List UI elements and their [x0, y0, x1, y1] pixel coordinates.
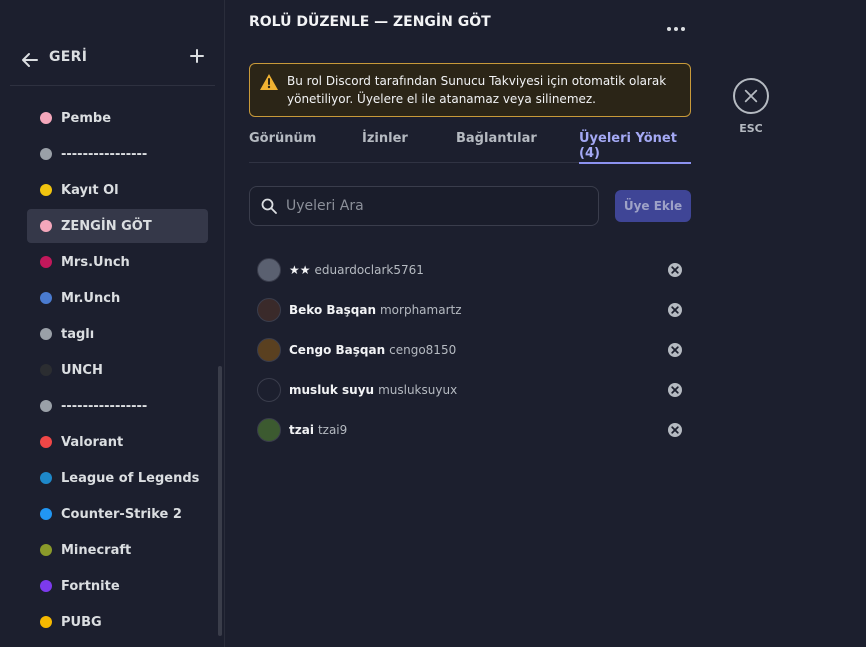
- role-item[interactable]: ----------------: [27, 389, 208, 423]
- close-icon[interactable]: [733, 78, 769, 114]
- role-color-dot: [40, 580, 52, 592]
- role-item[interactable]: League of Legends: [27, 461, 208, 495]
- role-item[interactable]: Pembe: [27, 101, 208, 135]
- tab-manage-members[interactable]: Üyeleri Yönet (4): [579, 131, 691, 164]
- role-color-dot: [40, 616, 52, 628]
- member-display-name: ★★: [289, 263, 311, 277]
- member-search: [249, 186, 599, 226]
- tab-bar: Görünüm İzinler Bağlantılar Üyeleri Yöne…: [249, 131, 691, 164]
- role-name: PUBG: [61, 614, 102, 630]
- role-item[interactable]: ----------------: [27, 137, 208, 171]
- role-list: Pembe ---------------- Kayıt Ol ZENGİN GÖT M…: [27, 101, 208, 641]
- member-username: eduardoclark5761: [314, 263, 424, 277]
- role-name: League of Legends: [61, 470, 200, 486]
- role-name: Counter-Strike 2: [61, 506, 182, 522]
- member-username: cengo8150: [389, 343, 457, 357]
- role-color-dot: [40, 256, 52, 268]
- role-name: UNCH: [61, 362, 103, 378]
- member-display-name: musluk suyu: [289, 383, 375, 397]
- arrow-left-icon[interactable]: [20, 50, 40, 70]
- avatar: [257, 418, 281, 442]
- avatar: [257, 298, 281, 322]
- role-item[interactable]: Mrs.Unch: [27, 245, 208, 279]
- tab-appearance[interactable]: Görünüm: [249, 131, 316, 163]
- plus-icon[interactable]: [189, 48, 205, 64]
- tab-links[interactable]: Bağlantılar: [456, 131, 537, 163]
- member-row[interactable]: ★★ eduardoclark5761: [257, 250, 687, 290]
- member-row[interactable]: tzai tzai9: [257, 410, 687, 450]
- role-color-dot: [40, 328, 52, 340]
- role-name: Pembe: [61, 110, 112, 126]
- member-username: tzai9: [317, 423, 348, 437]
- role-name: Mrs.Unch: [61, 254, 130, 270]
- sidebar: GERİ Pembe ---------------- Kayıt Ol ZENGİN…: [0, 0, 225, 647]
- member-display-name: Beko Başqan: [289, 303, 376, 317]
- search-icon: [261, 198, 277, 214]
- role-item[interactable]: Fortnite: [27, 569, 208, 603]
- role-item[interactable]: PUBG: [27, 605, 208, 639]
- sidebar-header: GERİ: [10, 40, 215, 86]
- role-name: ZENGİN GÖT: [61, 218, 152, 234]
- role-item[interactable]: Mr.Unch: [27, 281, 208, 315]
- role-name: ----------------: [61, 146, 148, 162]
- tab-permissions[interactable]: İzinler: [362, 131, 408, 163]
- member-display-name: tzai: [289, 423, 314, 437]
- warning-text: Bu rol Discord tarafından Sunucu Takviye…: [287, 74, 667, 106]
- role-color-dot: [40, 472, 52, 484]
- role-item[interactable]: taglı: [27, 317, 208, 351]
- member-row[interactable]: musluk suyu musluksuyux: [257, 370, 687, 410]
- role-color-dot: [40, 292, 52, 304]
- role-item[interactable]: Counter-Strike 2: [27, 497, 208, 531]
- warning-icon: [260, 74, 278, 90]
- avatar: [257, 378, 281, 402]
- member-username: musluksuyux: [378, 383, 458, 397]
- role-item[interactable]: Minecraft: [27, 533, 208, 567]
- avatar: [257, 258, 281, 282]
- remove-member-icon[interactable]: [667, 342, 683, 358]
- role-name: Kayıt Ol: [61, 182, 119, 198]
- member-list: ★★ eduardoclark5761 Beko Başqan morphamartz…: [257, 250, 687, 450]
- role-color-dot: [40, 220, 52, 232]
- remove-member-icon[interactable]: [667, 262, 683, 278]
- more-options-icon[interactable]: [667, 16, 689, 31]
- search-input[interactable]: [286, 195, 586, 217]
- member-display-name: Cengo Başqan: [289, 343, 386, 357]
- add-member-button[interactable]: Üye Ekle: [615, 190, 691, 222]
- remove-member-icon[interactable]: [667, 302, 683, 318]
- esc-label: ESC: [739, 122, 763, 135]
- role-color-dot: [40, 508, 52, 520]
- role-item[interactable]: Valorant: [27, 425, 208, 459]
- warning-banner: Bu rol Discord tarafından Sunucu Takviye…: [249, 63, 691, 117]
- main-panel: ROLÜ DÜZENLE — ZENGİN GÖT Bu rol Discord…: [249, 0, 691, 647]
- role-color-dot: [40, 112, 52, 124]
- member-username: morphamartz: [379, 303, 462, 317]
- role-item[interactable]: UNCH: [27, 353, 208, 387]
- back-button[interactable]: GERİ: [49, 49, 87, 65]
- role-item[interactable]: Kayıt Ol: [27, 173, 208, 207]
- role-name: ----------------: [61, 398, 148, 414]
- member-row[interactable]: Beko Başqan morphamartz: [257, 290, 687, 330]
- remove-member-icon[interactable]: [667, 382, 683, 398]
- member-row[interactable]: Cengo Başqan cengo8150: [257, 330, 687, 370]
- role-color-dot: [40, 148, 52, 160]
- role-name: taglı: [61, 326, 95, 342]
- page-title: ROLÜ DÜZENLE — ZENGİN GÖT: [249, 14, 491, 30]
- sidebar-scrollbar[interactable]: [218, 366, 222, 636]
- role-color-dot: [40, 364, 52, 376]
- role-name: Minecraft: [61, 542, 132, 558]
- avatar: [257, 338, 281, 362]
- role-color-dot: [40, 436, 52, 448]
- role-name: Valorant: [61, 434, 124, 450]
- remove-member-icon[interactable]: [667, 422, 683, 438]
- role-color-dot: [40, 400, 52, 412]
- role-color-dot: [40, 184, 52, 196]
- role-color-dot: [40, 544, 52, 556]
- role-name: Fortnite: [61, 578, 120, 594]
- role-name: Mr.Unch: [61, 290, 121, 306]
- role-item[interactable]: ZENGİN GÖT: [27, 209, 208, 243]
